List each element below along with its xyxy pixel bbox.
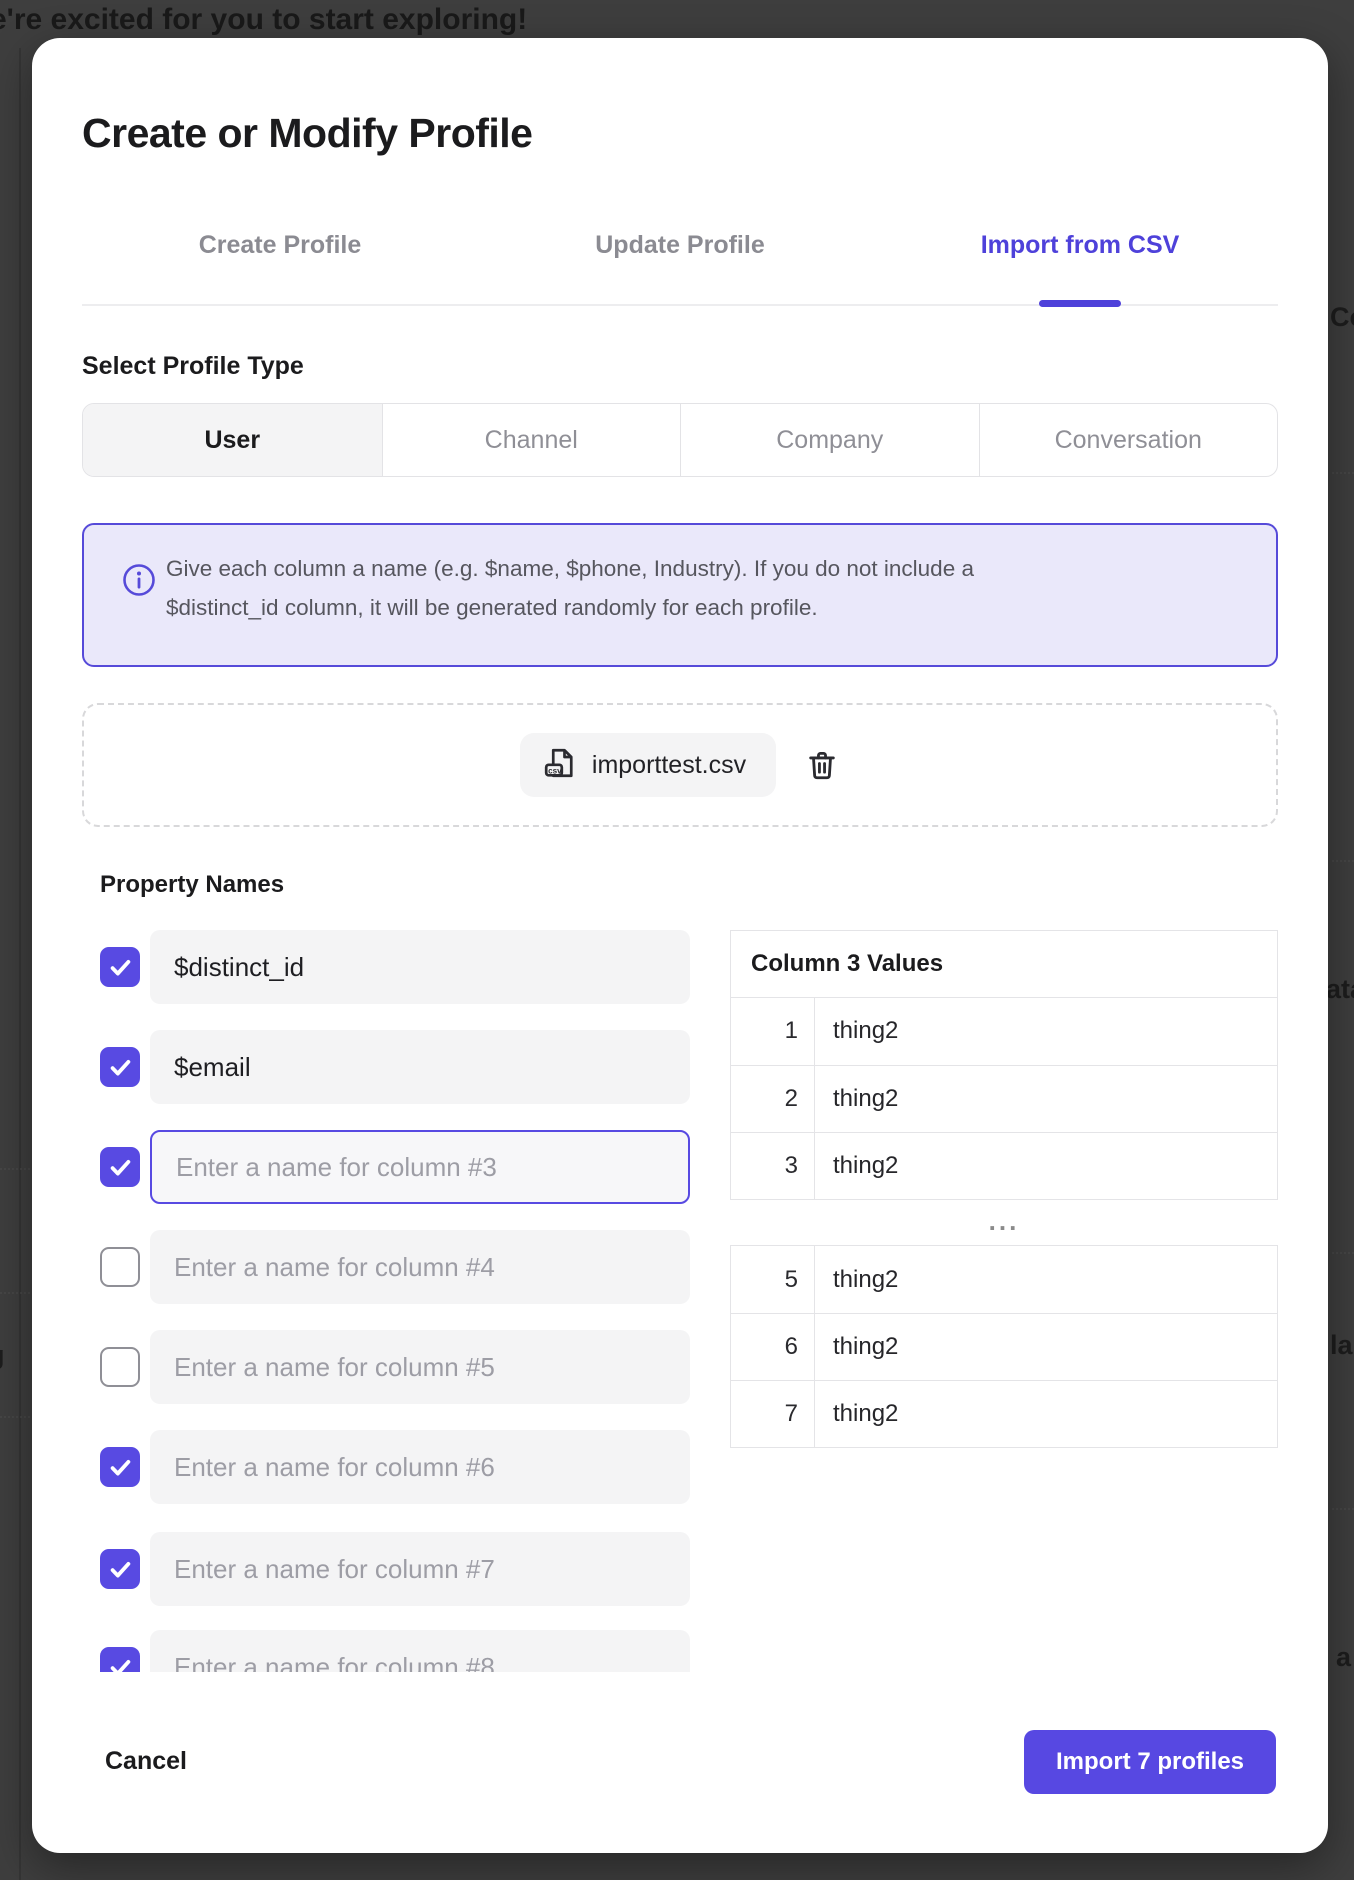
column-2-checkbox[interactable] xyxy=(100,1047,140,1087)
row-value: thing2 xyxy=(815,1381,1277,1447)
table-row: 6 thing2 xyxy=(731,1313,1277,1380)
row-value: thing2 xyxy=(815,1133,1277,1199)
table-row: 2 thing2 xyxy=(731,1065,1277,1132)
profile-type-option-conversation[interactable]: Conversation xyxy=(979,404,1278,476)
column-4-checkbox[interactable] xyxy=(100,1247,140,1287)
background-dotted-line xyxy=(1332,860,1354,862)
background-text-fragment: a xyxy=(1336,1642,1351,1673)
column-3-name-input[interactable] xyxy=(152,1132,688,1202)
column-1-checkbox[interactable] xyxy=(100,947,140,987)
preview-table-top: 1 thing2 2 thing2 3 thing2 xyxy=(730,997,1278,1200)
import-profiles-button[interactable]: Import 7 profiles xyxy=(1024,1730,1276,1794)
row-value: thing2 xyxy=(815,998,1277,1065)
row-value: thing2 xyxy=(815,1314,1277,1380)
column-7-checkbox[interactable] xyxy=(100,1549,140,1589)
background-banner-text: e're excited for you to start exploring! xyxy=(0,3,527,37)
cancel-button[interactable]: Cancel xyxy=(105,1747,187,1776)
column-2-name-input[interactable] xyxy=(150,1030,690,1104)
row-value: thing2 xyxy=(815,1066,1277,1132)
column-5-name-input[interactable] xyxy=(150,1330,690,1404)
column-1-name-field[interactable] xyxy=(150,930,690,1004)
active-tab-underline xyxy=(1039,300,1121,307)
column-3-checkbox[interactable] xyxy=(100,1147,140,1187)
row-value: thing2 xyxy=(815,1246,1277,1313)
create-or-modify-profile-dialog: Create or Modify Profile Create Profile … xyxy=(32,38,1328,1853)
column-4-name-field[interactable] xyxy=(150,1230,690,1304)
row-index: 6 xyxy=(731,1314,815,1380)
column-6-name-field[interactable] xyxy=(150,1430,690,1504)
column-6-checkbox[interactable] xyxy=(100,1447,140,1487)
background-dotted-line xyxy=(1332,1252,1354,1254)
row-index: 1 xyxy=(731,998,815,1065)
row-index: 5 xyxy=(731,1246,815,1313)
preview-table-header: Column 3 Values xyxy=(730,930,1278,998)
tab-import-from-csv[interactable]: Import from CSV xyxy=(930,231,1230,259)
table-row: 7 thing2 xyxy=(731,1380,1277,1447)
row-index: 7 xyxy=(731,1381,815,1447)
table-row: 1 thing2 xyxy=(731,998,1277,1065)
column-8-name-field[interactable] xyxy=(150,1630,690,1672)
background-dotted-line xyxy=(1332,1508,1354,1510)
trash-icon[interactable] xyxy=(804,747,840,783)
column-7-name-input[interactable] xyxy=(150,1532,690,1606)
background-dotted-line xyxy=(1332,472,1354,474)
column-8-name-input[interactable] xyxy=(150,1630,690,1672)
background-text-fragment: Col xyxy=(1330,302,1354,333)
column-4-name-input[interactable] xyxy=(150,1230,690,1304)
column-3-name-field[interactable] xyxy=(150,1130,690,1204)
column-5-checkbox[interactable] xyxy=(100,1347,140,1387)
background-dotted-line xyxy=(0,1168,30,1170)
column-5-name-field[interactable] xyxy=(150,1330,690,1404)
background-text-fragment: ata xyxy=(1326,974,1354,1005)
column-2-name-field[interactable] xyxy=(150,1030,690,1104)
column-1-name-input[interactable] xyxy=(150,930,690,1004)
background-text-fragment: g xyxy=(0,1340,5,1371)
column-6-name-input[interactable] xyxy=(150,1430,690,1504)
property-rows-container xyxy=(32,38,730,1672)
table-row: 3 thing2 xyxy=(731,1132,1277,1199)
row-index: 3 xyxy=(731,1133,815,1199)
background-text-fragment: lal xyxy=(1330,1330,1354,1361)
row-index: 2 xyxy=(731,1066,815,1132)
column-7-name-field[interactable] xyxy=(150,1532,690,1606)
column-8-checkbox[interactable] xyxy=(100,1647,140,1672)
background-dotted-line xyxy=(0,1416,30,1418)
table-row: 5 thing2 xyxy=(731,1246,1277,1313)
preview-table-bottom: 5 thing2 6 thing2 7 thing2 xyxy=(730,1245,1278,1448)
background-table-line xyxy=(19,48,21,1880)
table-truncation-ellipsis: ... xyxy=(730,1206,1278,1237)
background-dotted-line xyxy=(0,1292,30,1294)
